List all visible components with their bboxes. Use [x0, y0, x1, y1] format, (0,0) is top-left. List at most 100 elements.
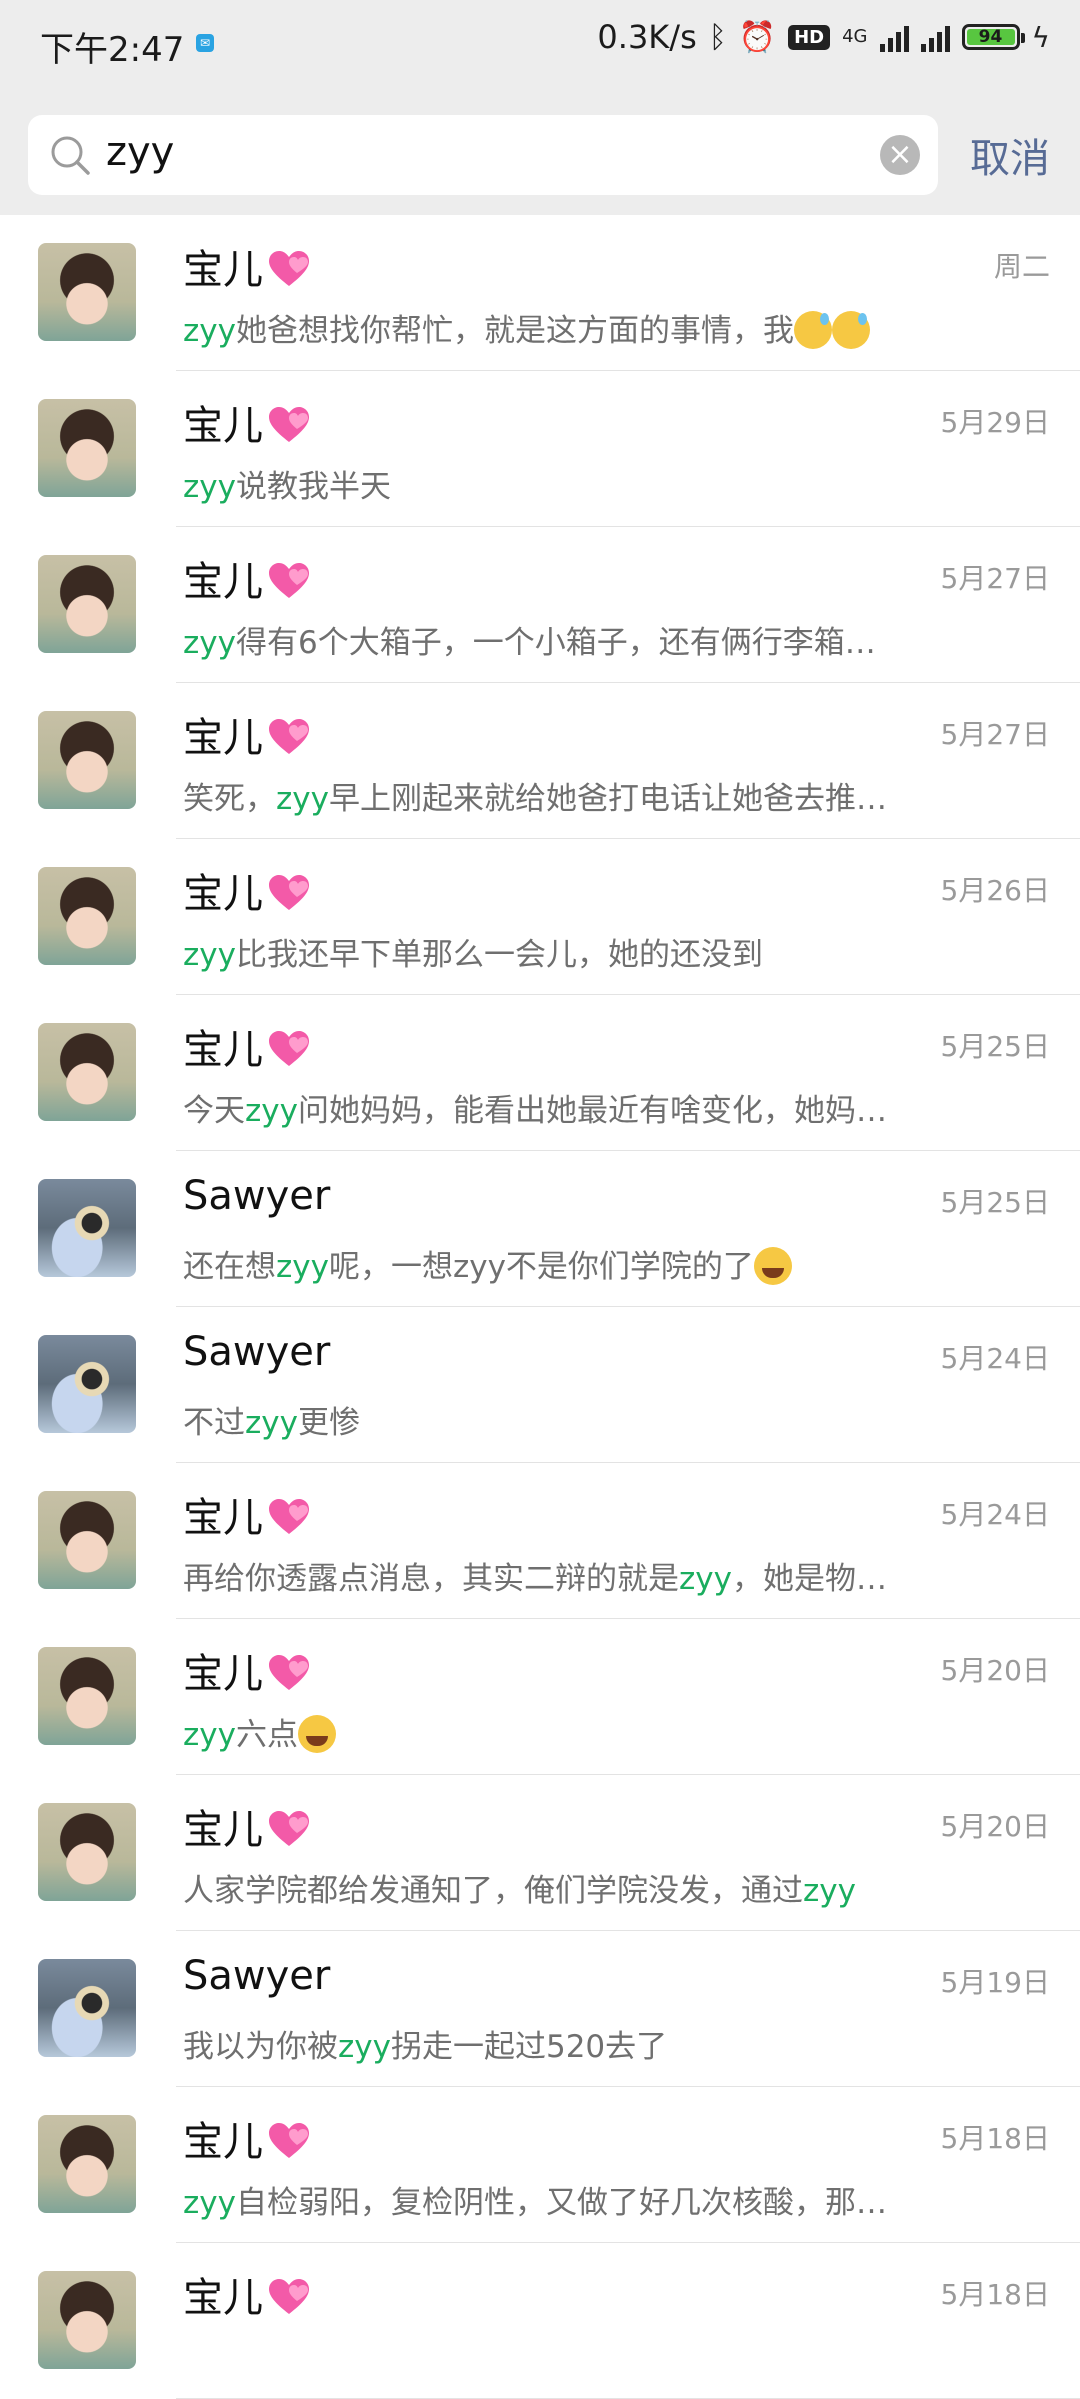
- result-item[interactable]: 宝儿 5月27日 zyy得有6个大箱子，一个小箱子，还有俩行李箱…: [0, 527, 1080, 683]
- heart-icon: [269, 1655, 309, 1690]
- avatar[interactable]: [38, 243, 136, 341]
- app-notification-icon: ✉: [196, 34, 214, 52]
- contact-name-text: Sawyer: [183, 1953, 331, 1999]
- keyword-highlight: zyy: [183, 1717, 236, 1753]
- avatar[interactable]: [38, 1491, 136, 1589]
- contact-name-text: 宝儿: [183, 715, 263, 761]
- contact-name: 宝儿: [183, 1017, 311, 1075]
- heart-icon: [269, 563, 309, 598]
- contact-name-text: 宝儿: [183, 559, 263, 605]
- contact-name: 宝儿: [183, 2265, 311, 2323]
- keyword-highlight: zyy: [183, 937, 236, 973]
- message-snippet: 今天zyy问她妈妈，能看出她最近有啥变化，她妈…: [183, 1085, 943, 1130]
- keyword-highlight: zyy: [338, 2029, 391, 2065]
- contact-name: Sawyer: [183, 1173, 330, 1219]
- search-icon: [51, 136, 90, 175]
- heart-icon: [269, 2123, 309, 2158]
- message-date: 5月19日: [940, 1966, 1050, 1999]
- contact-name: 宝儿: [183, 393, 311, 451]
- message-date: 5月26日: [940, 874, 1050, 907]
- message-snippet: 不过zyy更惨: [183, 1397, 943, 1442]
- contact-name: 宝儿: [183, 1797, 311, 1855]
- contact-name: 宝儿: [183, 549, 311, 607]
- heart-icon: [269, 1811, 309, 1846]
- result-item[interactable]: 宝儿 5月29日 zyy说教我半天: [0, 371, 1080, 527]
- avatar[interactable]: [38, 399, 136, 497]
- laugh-emoji-icon: [297, 1715, 336, 1753]
- snippet-before: 不过: [183, 1405, 245, 1441]
- battery-level: 94: [966, 29, 1015, 46]
- heart-icon: [269, 1499, 309, 1534]
- avatar[interactable]: [38, 1647, 136, 1745]
- message-snippet: 再给你透露点消息，其实二辩的就是zyy，她是物…: [183, 1553, 943, 1598]
- snippet-before: 今天: [183, 1093, 245, 1129]
- contact-name: 宝儿: [183, 1485, 311, 1543]
- avatar[interactable]: [38, 1023, 136, 1121]
- result-item[interactable]: 宝儿 5月20日 zyy六点: [0, 1619, 1080, 1775]
- message-date: 5月20日: [940, 1810, 1050, 1843]
- result-item[interactable]: Sawyer 5月25日 还在想zyy呢，一想zyy不是你们学院的了: [0, 1151, 1080, 1307]
- avatar[interactable]: [38, 1335, 136, 1433]
- avatar[interactable]: [38, 2271, 136, 2369]
- snippet-before: 还在想: [183, 1249, 276, 1285]
- keyword-highlight: zyy: [245, 1405, 298, 1441]
- contact-name-text: 宝儿: [183, 1027, 263, 1073]
- message-date: 周二: [993, 250, 1050, 283]
- heart-icon: [269, 2279, 309, 2314]
- keyword-highlight: zyy: [183, 625, 236, 661]
- avatar[interactable]: [38, 867, 136, 965]
- contact-name: Sawyer: [183, 1329, 330, 1375]
- heart-icon: [269, 1031, 309, 1066]
- result-item[interactable]: 宝儿 5月26日 zyy比我还早下单那么一会儿，她的还没到: [0, 839, 1080, 995]
- message-snippet: zyy自检弱阳，复检阴性，又做了好几次核酸，那…: [183, 2177, 943, 2222]
- search-results-list: 宝儿 周二 zyy她爸想找你帮忙，就是这方面的事情，我宝儿 5月29日 zyy说教我半天…: [0, 215, 1080, 2399]
- result-item[interactable]: Sawyer 5月24日 不过zyy更惨: [0, 1307, 1080, 1463]
- message-date: 5月27日: [940, 562, 1050, 595]
- snippet-after: 说教我半天: [235, 469, 391, 505]
- keyword-highlight: zyy: [183, 313, 236, 349]
- avatar[interactable]: [38, 1179, 136, 1277]
- contact-name: 宝儿: [183, 1641, 311, 1699]
- top-bar: 下午2:47 ✉ 0.3K/s ᛒ ⏰ HD 4G 94 ϟ zyy × 取消: [0, 0, 1080, 215]
- heart-icon: [269, 251, 309, 286]
- contact-name-text: 宝儿: [183, 871, 263, 917]
- result-item[interactable]: 宝儿 5月20日 人家学院都给发通知了，俺们学院没发，通过zyy: [0, 1775, 1080, 1931]
- clear-icon[interactable]: ×: [880, 135, 920, 175]
- alarm-icon: ⏰: [738, 19, 777, 55]
- result-item[interactable]: 宝儿 5月24日 再给你透露点消息，其实二辩的就是zyy，她是物…: [0, 1463, 1080, 1619]
- avatar[interactable]: [38, 555, 136, 653]
- contact-name: 宝儿: [183, 861, 311, 919]
- message-date: 5月27日: [940, 718, 1050, 751]
- heart-icon: [269, 407, 309, 442]
- avatar[interactable]: [38, 711, 136, 809]
- avatar[interactable]: [38, 1959, 136, 2057]
- message-date: 5月25日: [940, 1030, 1050, 1063]
- avatar[interactable]: [38, 1803, 136, 1901]
- status-time: 下午2:47: [40, 30, 185, 70]
- result-item[interactable]: 宝儿 5月25日今天zyy问她妈妈，能看出她最近有啥变化，她妈…: [0, 995, 1080, 1151]
- contact-name-text: Sawyer: [183, 1329, 331, 1375]
- search-input[interactable]: zyy ×: [28, 115, 938, 195]
- battery-icon: 94: [961, 24, 1025, 50]
- result-item[interactable]: 宝儿 周二 zyy她爸想找你帮忙，就是这方面的事情，我: [0, 215, 1080, 371]
- keyword-highlight: zyy: [276, 1249, 329, 1285]
- snippet-after: 呢，一想zyy不是你们学院的了: [328, 1249, 754, 1285]
- result-item[interactable]: 宝儿 5月18日 zyy自检弱阳，复检阴性，又做了好几次核酸，那…: [0, 2087, 1080, 2243]
- snippet-after: 拐走一起过520去了: [390, 2029, 668, 2065]
- cancel-button[interactable]: 取消: [970, 126, 1050, 184]
- message-date: 5月18日: [940, 2122, 1050, 2155]
- message-snippet: zyy比我还早下单那么一会儿，她的还没到: [183, 929, 943, 974]
- avatar[interactable]: [38, 2115, 136, 2213]
- status-bar: 下午2:47 ✉ 0.3K/s ᛒ ⏰ HD 4G 94 ϟ: [0, 0, 1080, 90]
- contact-name: 宝儿: [183, 705, 311, 763]
- result-item[interactable]: 宝儿 5月18日: [0, 2243, 1080, 2399]
- contact-name: Sawyer: [183, 1953, 330, 1999]
- heart-icon: [269, 875, 309, 910]
- result-item[interactable]: 宝儿 5月27日 笑死，zyy早上刚起来就给她爸打电话让她爸去推…: [0, 683, 1080, 839]
- message-snippet: zyy她爸想找你帮忙，就是这方面的事情，我: [183, 305, 943, 350]
- snippet-after: 得有6个大箱子，一个小箱子，还有俩行李箱…: [235, 625, 876, 661]
- result-item[interactable]: Sawyer 5月19日我以为你被zyy拐走一起过520去了: [0, 1931, 1080, 2087]
- message-snippet: 我以为你被zyy拐走一起过520去了: [183, 2021, 943, 2066]
- snippet-after: 更惨: [297, 1405, 360, 1441]
- signal-icon-1: [879, 22, 909, 52]
